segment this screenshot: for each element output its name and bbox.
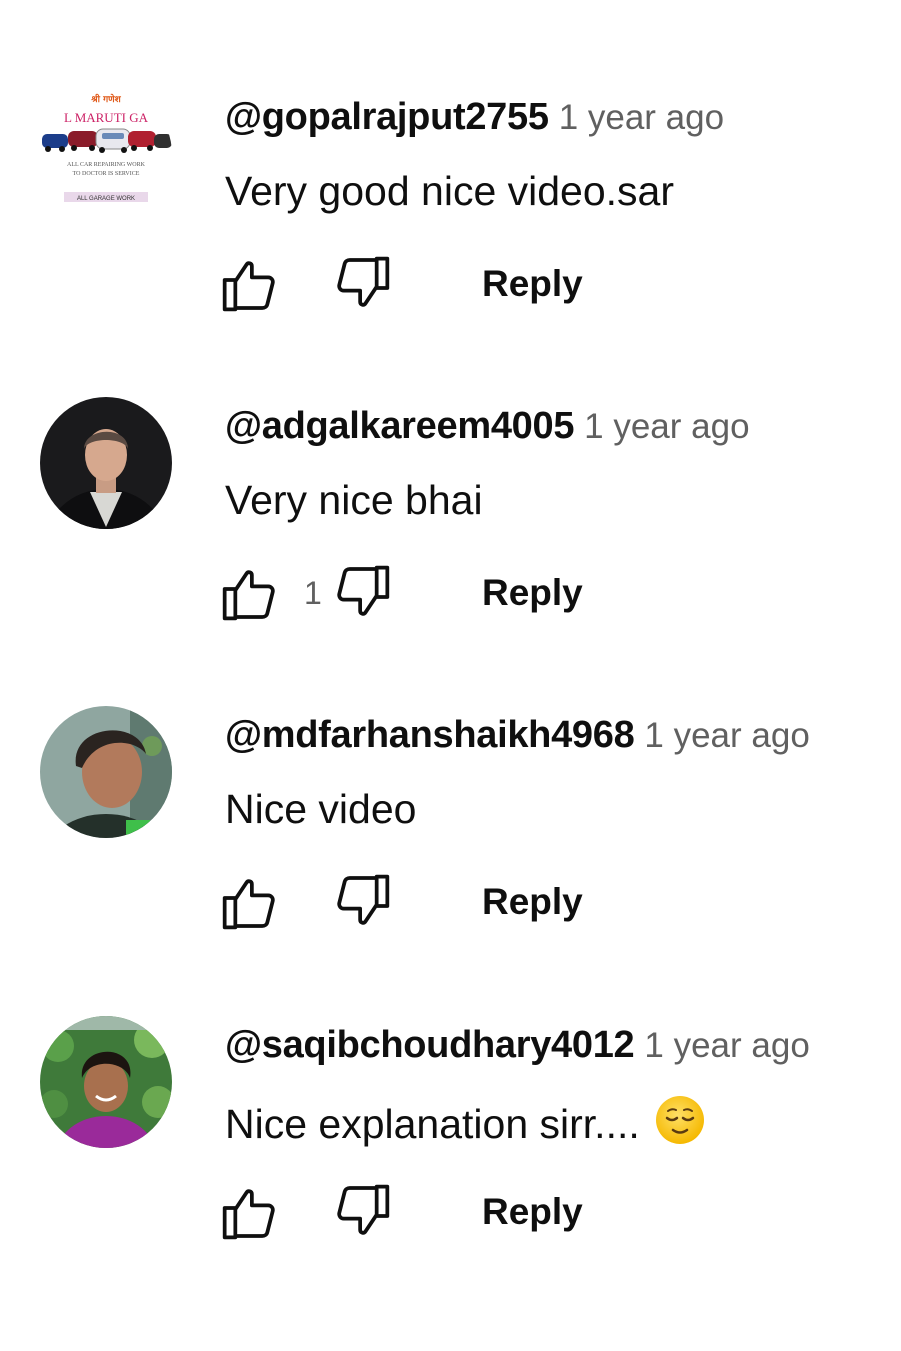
author-name[interactable]: @gopalrajput2755 [225,96,549,138]
comment-actions: Reply [218,252,583,316]
avatar-photo-image [40,1016,172,1148]
like-button[interactable] [218,870,282,934]
dislike-button[interactable] [330,561,394,625]
thumbs-up-outline-icon [222,1189,275,1240]
comment-actions: Reply [218,870,583,934]
avatar[interactable] [40,397,172,529]
comment-actions: 1 Reply [218,561,583,625]
dislike-button[interactable] [330,1180,394,1244]
comment-actions: Reply [218,1180,583,1244]
comment-text: Nice video [225,786,417,832]
comment-time[interactable]: 1 year ago [644,1026,809,1065]
comment-header: @saqibchoudhary4012 1 year ago [225,1022,810,1076]
reply-button[interactable]: Reply [482,572,583,614]
like-button[interactable] [218,252,282,316]
logo-line1-text: ALL CAR REPAIRING WORK [67,162,146,168]
comment: @saqibchoudhary4012 1 year ago Nice expla… [0,1016,901,1316]
comment-time[interactable]: 1 year ago [584,407,749,446]
logo-name-text: L MARUTI GA [64,110,149,125]
avatar-photo-image [40,397,172,529]
logo-line2-text: TO DOCTOR IS SERVICE [73,171,140,177]
comment: @mdfarhanshaikh4968 1 year ago Nice video… [0,706,901,1006]
avatar-photo-image [40,706,172,838]
reply-button[interactable]: Reply [482,881,583,923]
thumbs-down-outline-icon [337,874,390,925]
comment: @adgalkareem4005 1 year ago Very nice bha… [0,397,901,697]
avatar[interactable]: श्री गणेश L MARUTI GA ALL CAR REPAIRING … [40,88,172,220]
dislike-button[interactable] [330,252,394,316]
thumbs-up-outline-icon [222,879,275,930]
thumbs-down-outline-icon [337,565,390,616]
author-name[interactable]: @saqibchoudhary4012 [225,1024,635,1066]
avatar[interactable] [40,706,172,838]
comment-text: Nice explanation sirr.... [225,1094,706,1149]
comment-time[interactable]: 1 year ago [559,98,724,137]
thumbs-up-outline-icon [222,261,275,312]
reply-button[interactable]: Reply [482,1191,583,1233]
comment-header: @mdfarhanshaikh4968 1 year ago [225,712,810,766]
like-button[interactable] [218,561,282,625]
comment-header: @gopalrajput2755 1 year ago [225,94,724,148]
avatar[interactable] [40,1016,172,1148]
author-name[interactable]: @mdfarhanshaikh4968 [225,714,635,756]
logo-top-text: श्री गणेश [90,93,121,105]
comment: श्री गणेश L MARUTI GA ALL CAR REPAIRING … [0,88,901,388]
avatar-logo-image: श्री गणेश L MARUTI GA ALL CAR REPAIRING … [40,88,172,220]
dislike-button[interactable] [330,870,394,934]
comment-text-content: Nice explanation sirr.... [225,1101,640,1147]
reply-button[interactable]: Reply [482,263,583,305]
comment-text: Very good nice video.sar [225,168,674,214]
thumbs-down-outline-icon [337,256,390,307]
relieved-face-icon [654,1094,706,1146]
thumbs-up-outline-icon [222,570,275,621]
like-count: 1 [304,574,322,611]
logo-line3-text: ALL GARAGE WORK [77,196,135,202]
like-button[interactable] [218,1180,282,1244]
thumbs-down-outline-icon [337,1184,390,1235]
comment-header: @adgalkareem4005 1 year ago [225,403,750,457]
comment-text: Very nice bhai [225,477,483,523]
comment-time[interactable]: 1 year ago [644,716,809,755]
author-name[interactable]: @adgalkareem4005 [225,405,574,447]
